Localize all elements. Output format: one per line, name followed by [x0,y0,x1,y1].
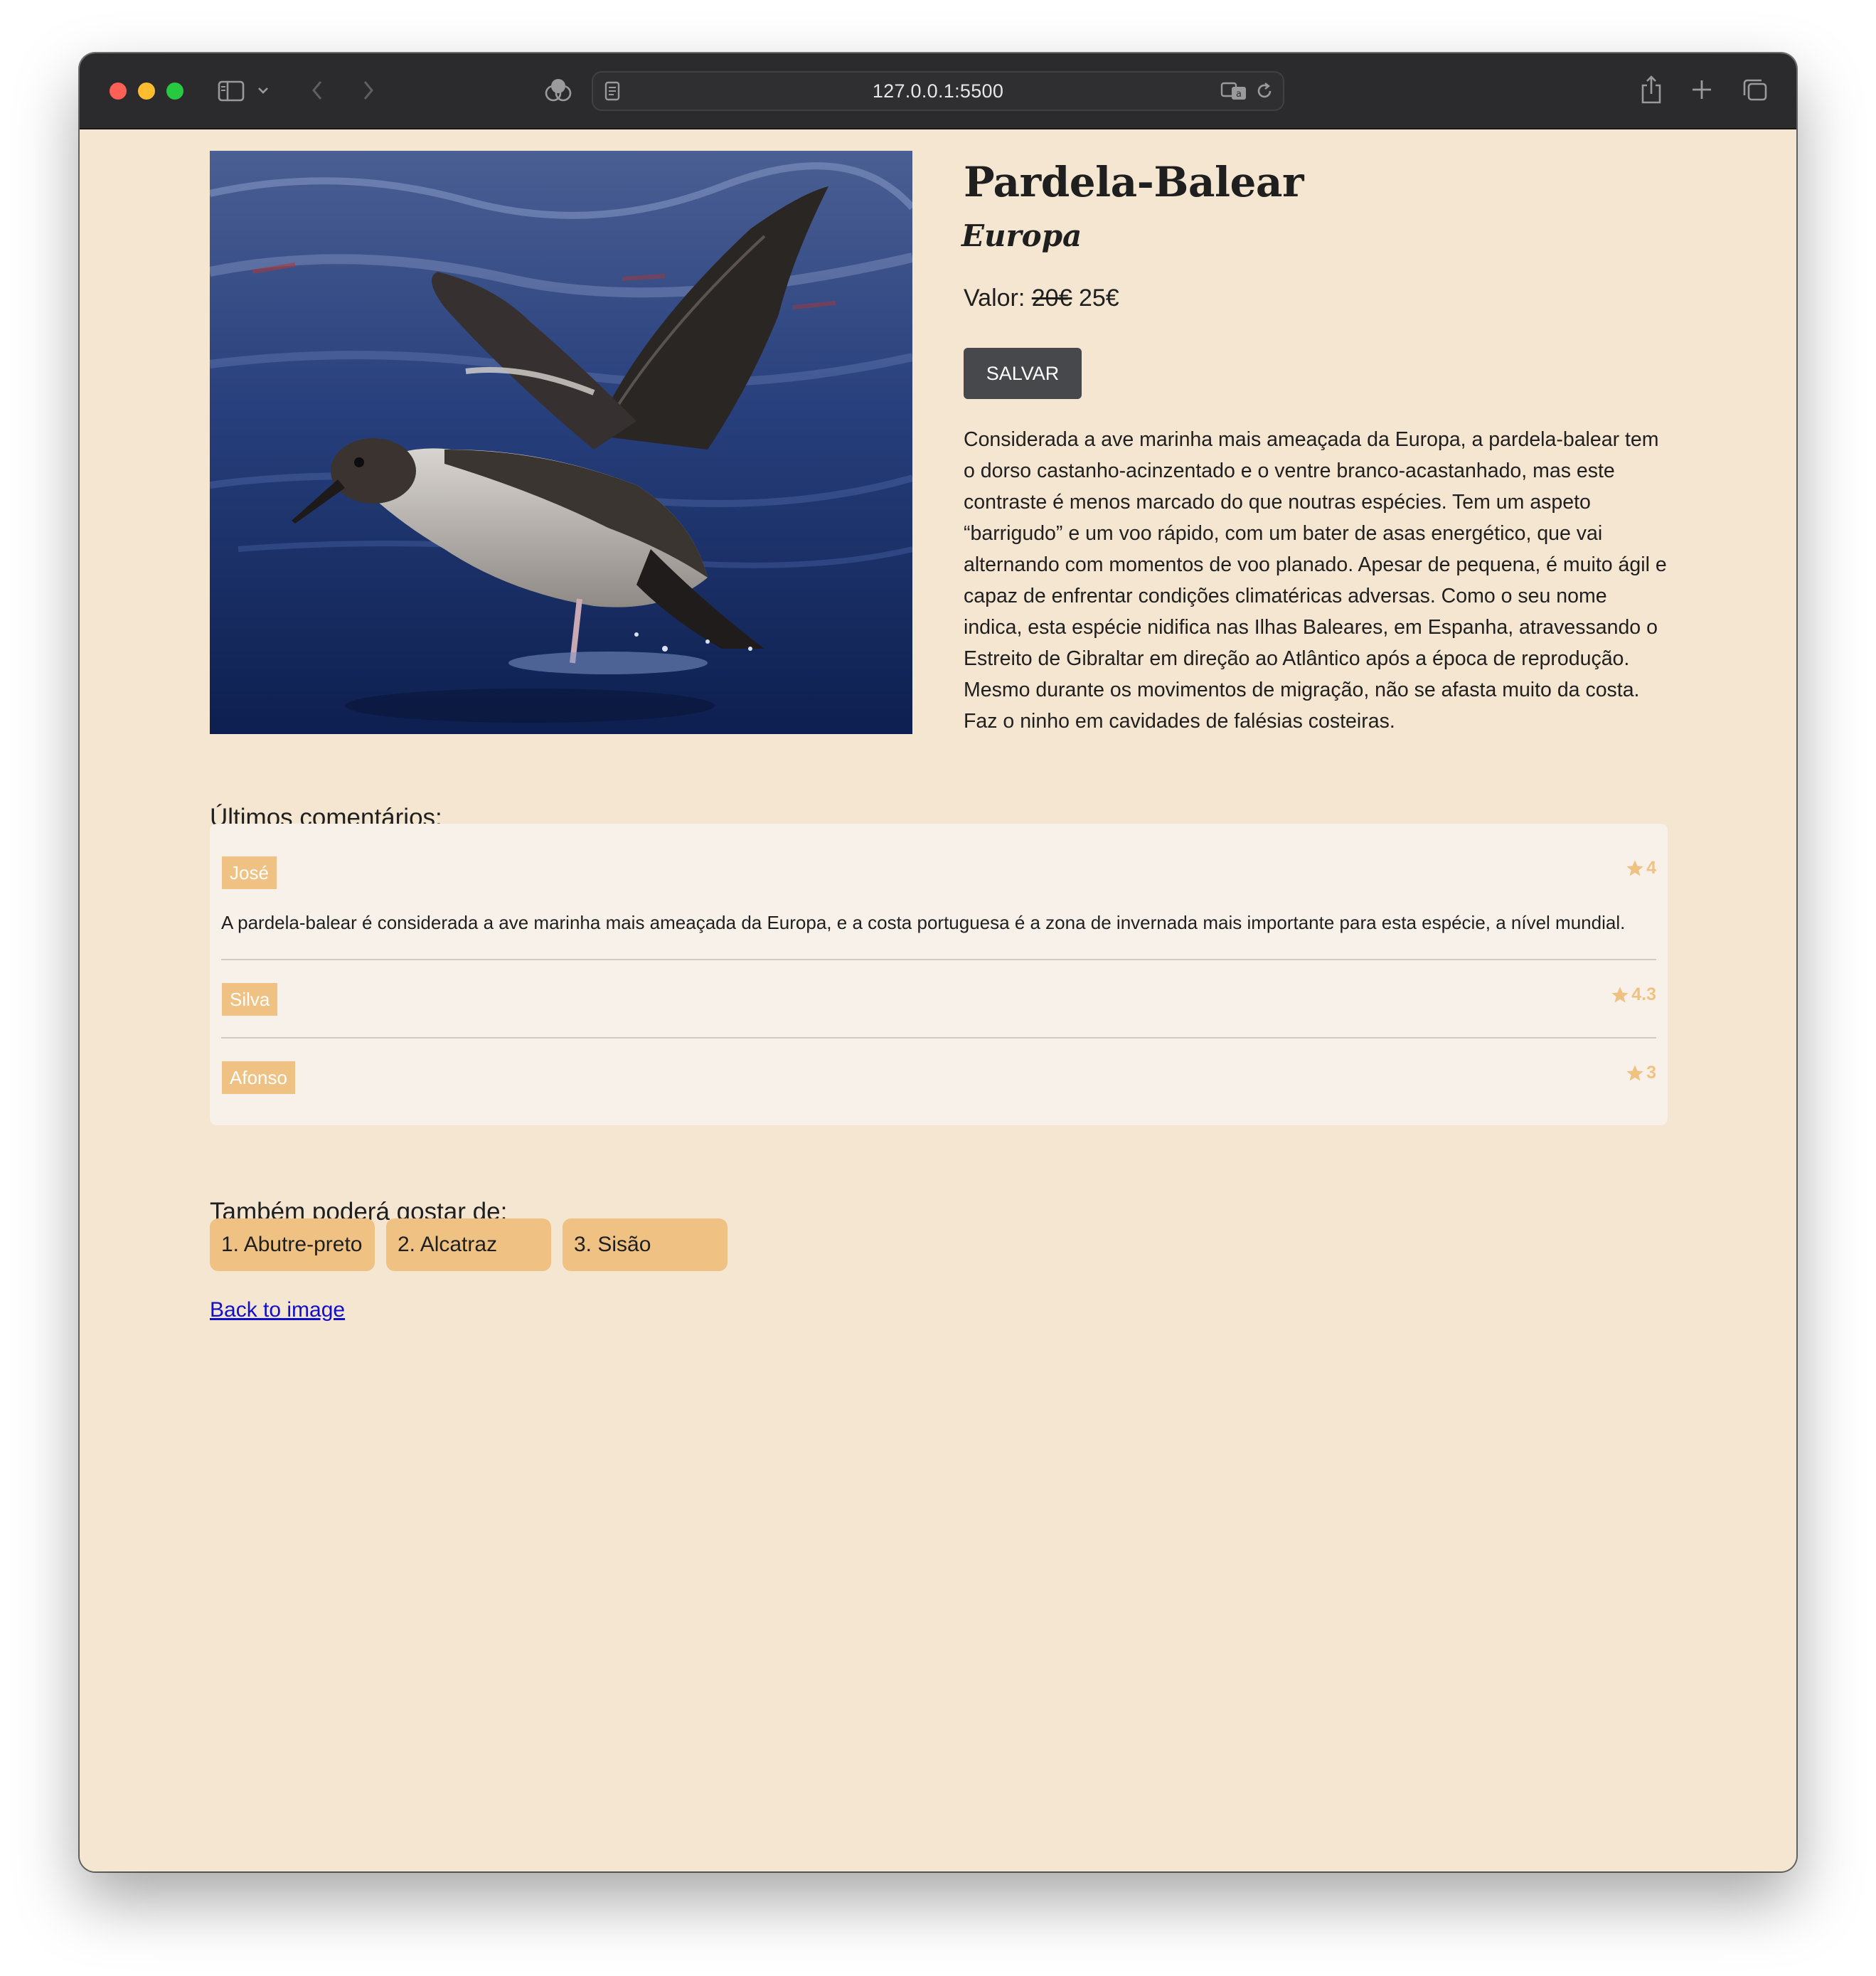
divider [221,959,1656,960]
share-icon[interactable] [1638,73,1664,106]
tab-overview-icon[interactable] [1741,76,1769,105]
rating-value: 3 [1646,1063,1656,1083]
chevron-down-icon[interactable] [256,83,270,97]
rating-value: 4.3 [1631,984,1656,1004]
comment-author: Silva [222,983,278,1016]
bird-photo [210,151,912,734]
forward-arrow-icon[interactable] [360,78,377,103]
sidebar-toggle-icon[interactable] [218,79,245,103]
price-label: Valor: [964,285,1025,312]
star-icon [1626,859,1643,876]
region-subtitle: Europa [961,218,1082,253]
address-bar[interactable]: 127.0.0.1:5500 a [592,71,1284,111]
rating-value: 4 [1646,858,1656,878]
new-tab-icon[interactable] [1690,78,1714,102]
suggestion-item[interactable]: 3. Sisão [563,1218,728,1271]
browser-window: 127.0.0.1:5500 a Pardela-Balear Europa V… [80,53,1796,1871]
comment-rating: 4.3 [1610,984,1656,1005]
back-arrow-icon[interactable] [309,78,326,103]
maximize-window-button[interactable] [166,83,183,100]
comment-author: José [222,856,277,889]
star-icon [1626,1064,1643,1080]
comment-rating: 4 [1625,858,1656,878]
minimize-window-button[interactable] [138,83,155,100]
svg-text:a: a [1236,89,1242,100]
comment-author: Afonso [222,1061,295,1094]
url-text[interactable]: 127.0.0.1:5500 [593,73,1283,110]
new-price: 25€ [1078,285,1119,312]
translate-icon[interactable]: a [1220,80,1249,102]
suggestion-item[interactable]: 1. Abutre-preto [210,1218,375,1271]
comment-rating: 3 [1625,1063,1656,1083]
page-title: Pardela-Balear [964,158,1304,206]
save-button[interactable]: SALVAR [964,348,1082,399]
star-icon [1611,986,1629,1002]
page-content: Pardela-Balear Europa Valor: 20€ 25€ SAL… [80,129,1796,1871]
privacy-shield-icon[interactable] [543,77,573,105]
comments-panel: José 4 A pardela-balear é considerada a … [210,824,1668,1125]
browser-toolbar: 127.0.0.1:5500 a [80,53,1796,129]
suggestion-item[interactable]: 2. Alcatraz [386,1218,551,1271]
price: Valor: 20€ 25€ [964,285,1119,312]
comment-text: A pardela-balear é considerada a ave mar… [221,912,1626,933]
old-price: 20€ [1031,285,1072,312]
reload-icon[interactable] [1253,80,1276,102]
description: Considerada a ave marinha mais ameaçada … [964,428,1667,733]
divider [221,1037,1656,1039]
back-to-image-link[interactable]: Back to image [210,1298,345,1322]
close-window-button[interactable] [110,83,127,100]
